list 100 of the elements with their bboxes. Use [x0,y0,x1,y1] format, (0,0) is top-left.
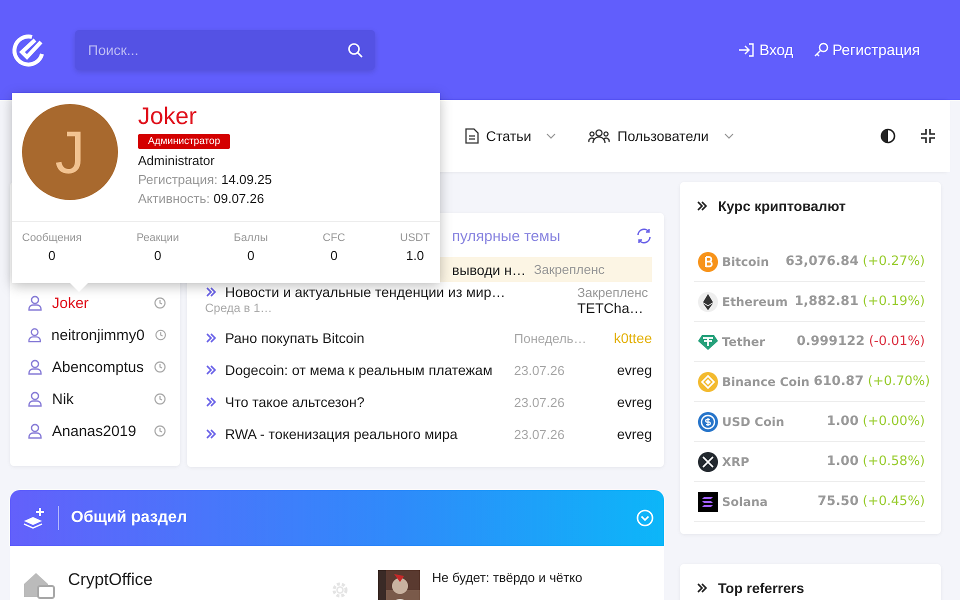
coin-price: 63,076.84 [785,254,859,269]
coin-name: XRP [722,454,750,468]
stat-value: 0 [247,248,254,263]
profile-name: Joker [138,104,197,130]
topic-title[interactable]: Что такое альтсезон? [225,394,506,410]
clock-icon [154,297,166,309]
login-link[interactable]: Вход [738,42,794,58]
coin-change: (+0.58%) [862,454,925,469]
user-link[interactable]: Nik [52,390,144,408]
chevrons-icon [696,582,708,594]
topic-date: 23.07.26 [514,362,566,378]
clock-icon [154,361,166,373]
ethereum-icon [698,292,718,312]
topic-date: Понедель… [514,330,584,346]
card-title: Top referrers [718,580,804,596]
user-icon [28,295,42,311]
avatar: J [22,104,118,200]
clock-icon [154,329,166,341]
chevrons-icon [205,286,217,298]
caret-icon [546,133,556,139]
registered-date: 14.09.25 [221,172,272,187]
user-link[interactable]: Ananas2019 [52,422,144,440]
chevrons-icon [205,396,217,408]
role-badge: Администратор [138,134,230,149]
refresh-icon[interactable] [636,228,652,244]
user-link[interactable]: Joker [52,294,144,312]
solana-icon [698,492,718,512]
xrp-icon [698,452,718,472]
topic-title[interactable]: RWA - токенизация реального мира [225,426,506,442]
topic-author[interactable]: evreg [592,362,652,378]
forum-link[interactable]: CryptOffice [68,570,318,590]
document-icon [465,128,479,144]
coin-name: Bitcoin [722,254,770,268]
coin-price: 1,882.81 [794,294,859,309]
card-title: пулярные темы [452,228,560,244]
pinned-tag: Закрепленс [577,284,648,300]
stat-value: 0 [48,248,56,263]
user-icon [28,423,42,439]
topic-author[interactable]: evreg [592,394,652,410]
coin-price: 610.87 [814,374,864,389]
chevrons-icon [696,200,708,212]
collapse-icon[interactable] [920,128,936,144]
coin-price: 75.50 [818,494,859,509]
stat-value: 0 [330,248,338,263]
stat-label: Баллы [234,232,268,244]
user-link[interactable]: Abencomptus [52,358,144,376]
registered-label: Регистрация: [138,172,218,187]
pinned-tag: Закрепленс [534,262,605,277]
coin-change: (-0.01%) [868,334,925,349]
users-icon [588,128,610,144]
coin-name: Ethereum [722,294,789,308]
binance-icon [698,372,718,392]
caret-icon [724,133,734,139]
coin-name: Solana [722,494,769,508]
login-icon [738,42,756,58]
topic-title: выводи н… [452,262,526,278]
coin-name: Tether [722,334,766,348]
topic-author[interactable]: evreg [592,426,652,442]
nav-item[interactable]: Статьи [465,128,556,144]
active-date: 09.07.26 [214,191,264,206]
topic-title[interactable]: Dogecoin: от мема к реальным платежам [225,362,506,378]
key-icon [813,42,830,58]
user-title: Administrator [138,153,215,168]
layers-plus-icon [22,507,46,529]
contrast-icon[interactable] [880,128,896,144]
card-title: Курс криптовалют [718,198,846,214]
usd-coin-icon [698,412,718,432]
stat-label: Сообщения [22,232,82,244]
user-link[interactable]: neitronjimmy0 [51,326,145,344]
coin-change: (+0.00%) [862,414,925,429]
last-post-link[interactable]: Не будет: твёрдо и чётко [432,570,582,585]
search-field[interactable]: Поиск... [75,30,375,70]
clock-icon [154,425,166,437]
coin-name: Binance Coin [722,374,810,388]
user-icon [28,359,42,375]
coin-change: (+0.19%) [862,294,925,309]
stat-value: 1.0 [406,248,424,263]
coin-price: 1.00 [826,454,859,469]
topic-date: 23.07.26 [514,394,566,410]
coin-price: 1.00 [826,414,859,429]
stat-label: Реакции [136,232,179,244]
user-icon [28,327,42,343]
clock-icon [154,393,166,405]
active-label: Активность: [138,191,210,206]
register-link[interactable]: Регистрация [813,42,920,58]
chevrons-icon [205,332,217,344]
topic-title[interactable]: Новости и актуальные тенденции из мир… [225,284,570,300]
bitcoin-icon [698,252,718,272]
coin-change: (+0.45%) [862,494,925,509]
section-header[interactable]: Общий раздел [10,490,664,546]
stat-label: CFC [322,232,346,244]
nav-item[interactable]: Пользователи [588,128,734,144]
coin-change: (+0.27%) [862,254,925,269]
topic-title[interactable]: Рано покупать Bitcoin [225,330,506,346]
chevrons-icon [205,364,217,376]
logo-icon[interactable] [10,32,46,68]
search-icon[interactable] [347,42,363,58]
stat-value: 0 [154,248,162,263]
gear-icon [330,580,350,600]
topic-date: Среда в 1… [205,301,274,315]
